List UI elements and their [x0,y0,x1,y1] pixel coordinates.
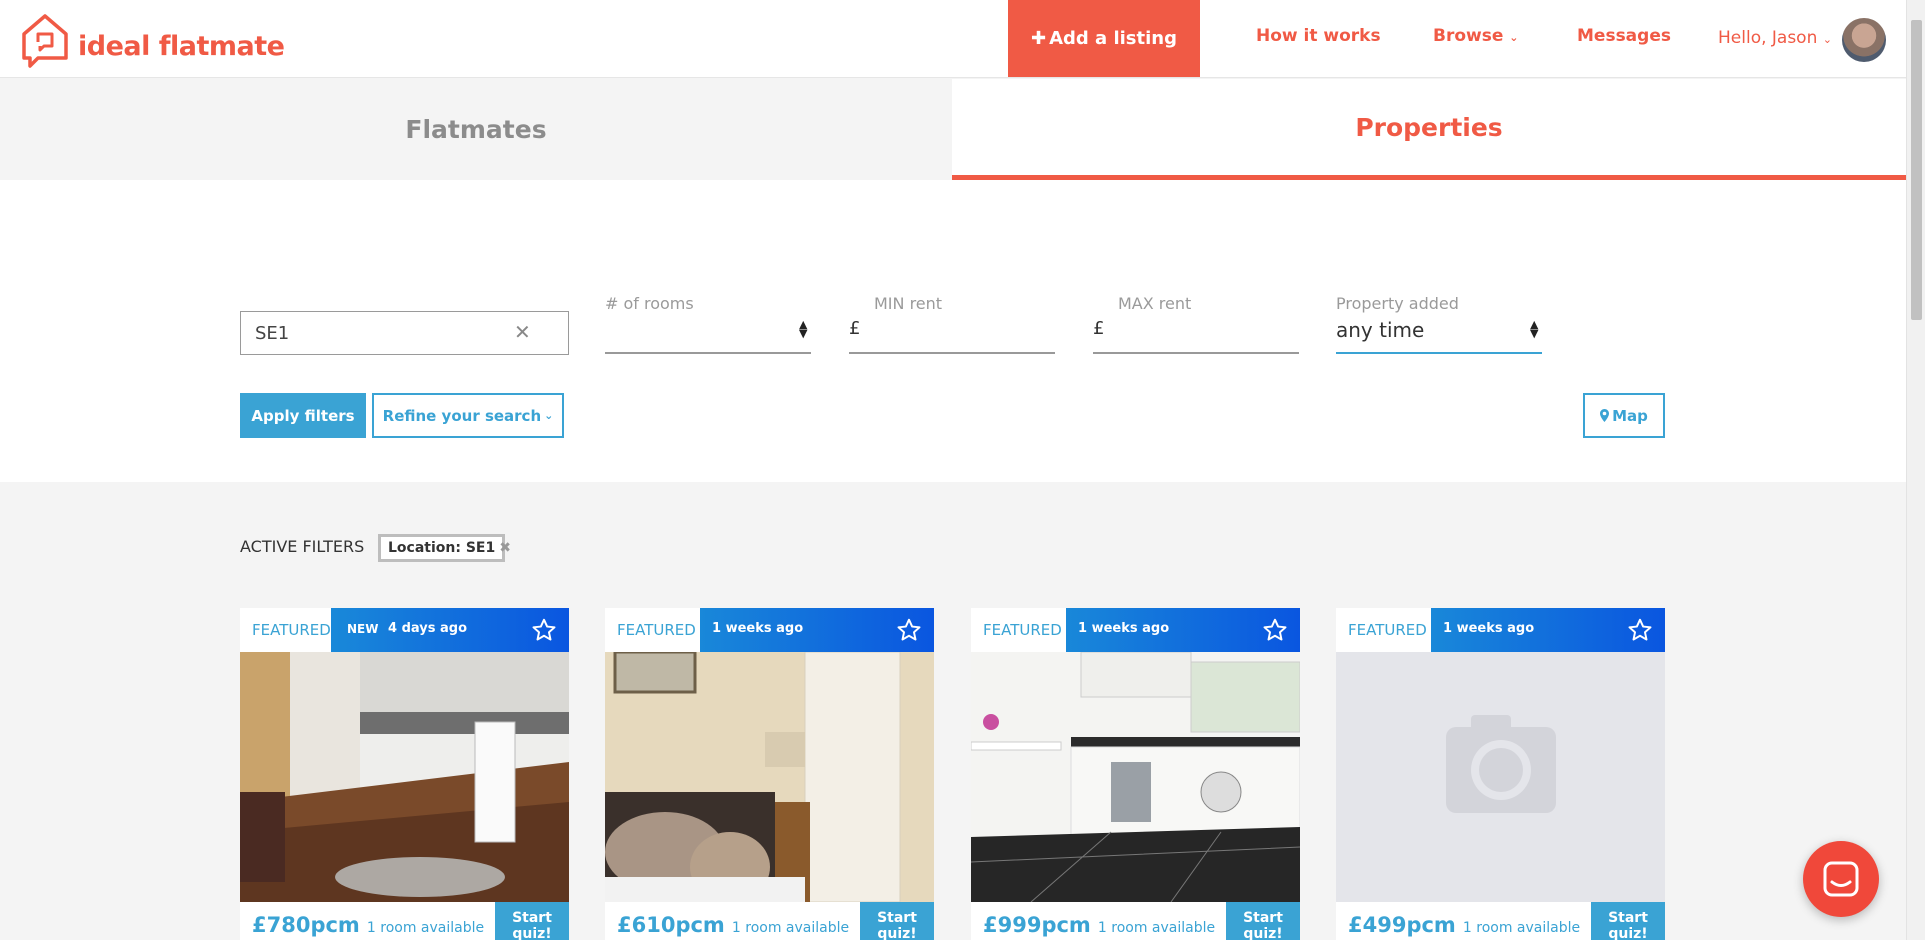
scrollbar-thumb[interactable] [1911,20,1922,320]
house-chat-icon [22,14,68,68]
rooms-available: 1 room available [366,920,485,936]
listing-age: 4 days ago [388,621,467,636]
select-arrows-icon: ▲ ▼ [1530,318,1539,340]
chat-icon [1823,861,1859,897]
star-icon[interactable] [896,617,922,643]
clear-location-icon[interactable]: ✕ [514,320,531,344]
map-pin-icon [1600,409,1610,422]
chevron-down-icon: ⌄ [1509,31,1519,44]
user-greeting: Hello, Jason [1718,28,1818,48]
listing-age: 1 weeks ago [1443,621,1535,636]
start-quiz-button[interactable]: Start quiz! [495,902,569,940]
avatar[interactable] [1842,18,1886,62]
filter-chip-label: Location: SE1 [388,540,496,556]
rent-price: £999pcm [983,913,1091,937]
tab-properties[interactable]: Properties [952,79,1906,180]
start-quiz-button[interactable]: Start quiz! [860,902,934,940]
property-card[interactable]: FEATURED 1 weeks ago £499pcm 1 room avai… [1336,608,1665,940]
property-card[interactable]: FEATURED 1 weeks ago £610pcm 1 room avai… [605,608,934,940]
price-row: £999pcm 1 room available [983,913,1215,937]
map-label: Map [1612,406,1648,425]
featured-badge: FEATURED [1336,608,1431,652]
rent-price: £610pcm [617,913,725,937]
price-row: £499pcm 1 room available [1348,913,1580,937]
page-scrollbar[interactable] [1906,0,1925,940]
plus-icon: ✚ [1030,28,1047,49]
refine-search-label: Refine your search [382,406,542,425]
map-button[interactable]: Map [1583,393,1665,438]
rooms-available: 1 room available [731,920,850,936]
property-added-value: any time [1336,318,1425,342]
top-header: ideal flatmate ✚ Add a listing How it wo… [0,0,1906,78]
chevron-down-icon: ⌄ [544,409,554,422]
apply-filters-button[interactable]: Apply filters [240,393,366,438]
nav-how-it-works[interactable]: How it works [1256,26,1381,46]
active-filters-label: ACTIVE FILTERS [240,537,365,556]
user-menu[interactable]: Hello, Jason ⌄ [1718,28,1832,48]
add-listing-button[interactable]: ✚ Add a listing [1008,0,1200,77]
featured-badge: FEATURED [605,608,700,652]
refine-search-button[interactable]: Refine your search ⌄ [372,393,564,438]
brand-name: ideal flatmate [78,30,285,62]
remove-filter-icon[interactable]: ✖ [499,540,511,556]
location-filter-chip[interactable]: Location: SE1 ✖ [378,534,511,562]
nav-browse[interactable]: Browse ⌄ [1433,26,1519,46]
max-rent-currency: £ [1093,318,1105,339]
star-icon[interactable] [531,617,557,643]
nav-browse-label: Browse [1433,26,1504,46]
add-listing-label: Add a listing [1049,28,1177,49]
rooms-label: # of rooms [605,294,694,313]
max-rent-input[interactable] [1093,352,1299,354]
min-rent-currency: £ [849,318,861,339]
rent-price: £499pcm [1348,913,1456,937]
featured-badge: FEATURED [971,608,1066,652]
brand-logo[interactable]: ideal flatmate [18,12,285,68]
new-badge: NEW [347,622,379,636]
select-arrows-icon: ▲ ▼ [799,318,808,340]
star-icon[interactable] [1627,617,1653,643]
rent-price: £780pcm [252,913,360,937]
property-added-label: Property added [1336,294,1459,313]
start-quiz-button[interactable]: Start quiz! [1591,902,1665,940]
property-photo[interactable] [240,652,569,902]
listing-age: 1 weeks ago [1078,621,1170,636]
min-rent-input[interactable] [849,352,1055,354]
chat-launcher-button[interactable] [1803,841,1879,917]
tab-flatmates[interactable]: Flatmates [0,79,952,180]
star-icon[interactable] [1262,617,1288,643]
property-photo[interactable] [605,652,934,902]
min-rent-label: MIN rent [874,294,943,313]
featured-badge: FEATURED [240,608,331,652]
property-card[interactable]: FEATURED 1 weeks ago £999pcm 1 room avai… [971,608,1300,940]
property-card[interactable]: FEATURED NEW 4 days ago £780pcm 1 room a… [240,608,569,940]
start-quiz-button[interactable]: Start quiz! [1226,902,1300,940]
max-rent-label: MAX rent [1118,294,1192,313]
property-added-select[interactable] [1336,352,1542,354]
photo-placeholder-icon[interactable] [1336,652,1665,902]
listing-age: 1 weeks ago [712,621,804,636]
price-row: £610pcm 1 room available [617,913,849,937]
nav-messages[interactable]: Messages [1577,26,1671,46]
rooms-available: 1 room available [1097,920,1216,936]
rooms-available: 1 room available [1462,920,1581,936]
rooms-select[interactable] [605,352,811,354]
property-photo[interactable] [971,652,1300,902]
chevron-down-icon: ⌄ [1822,33,1832,46]
price-row: £780pcm 1 room available [252,913,484,937]
